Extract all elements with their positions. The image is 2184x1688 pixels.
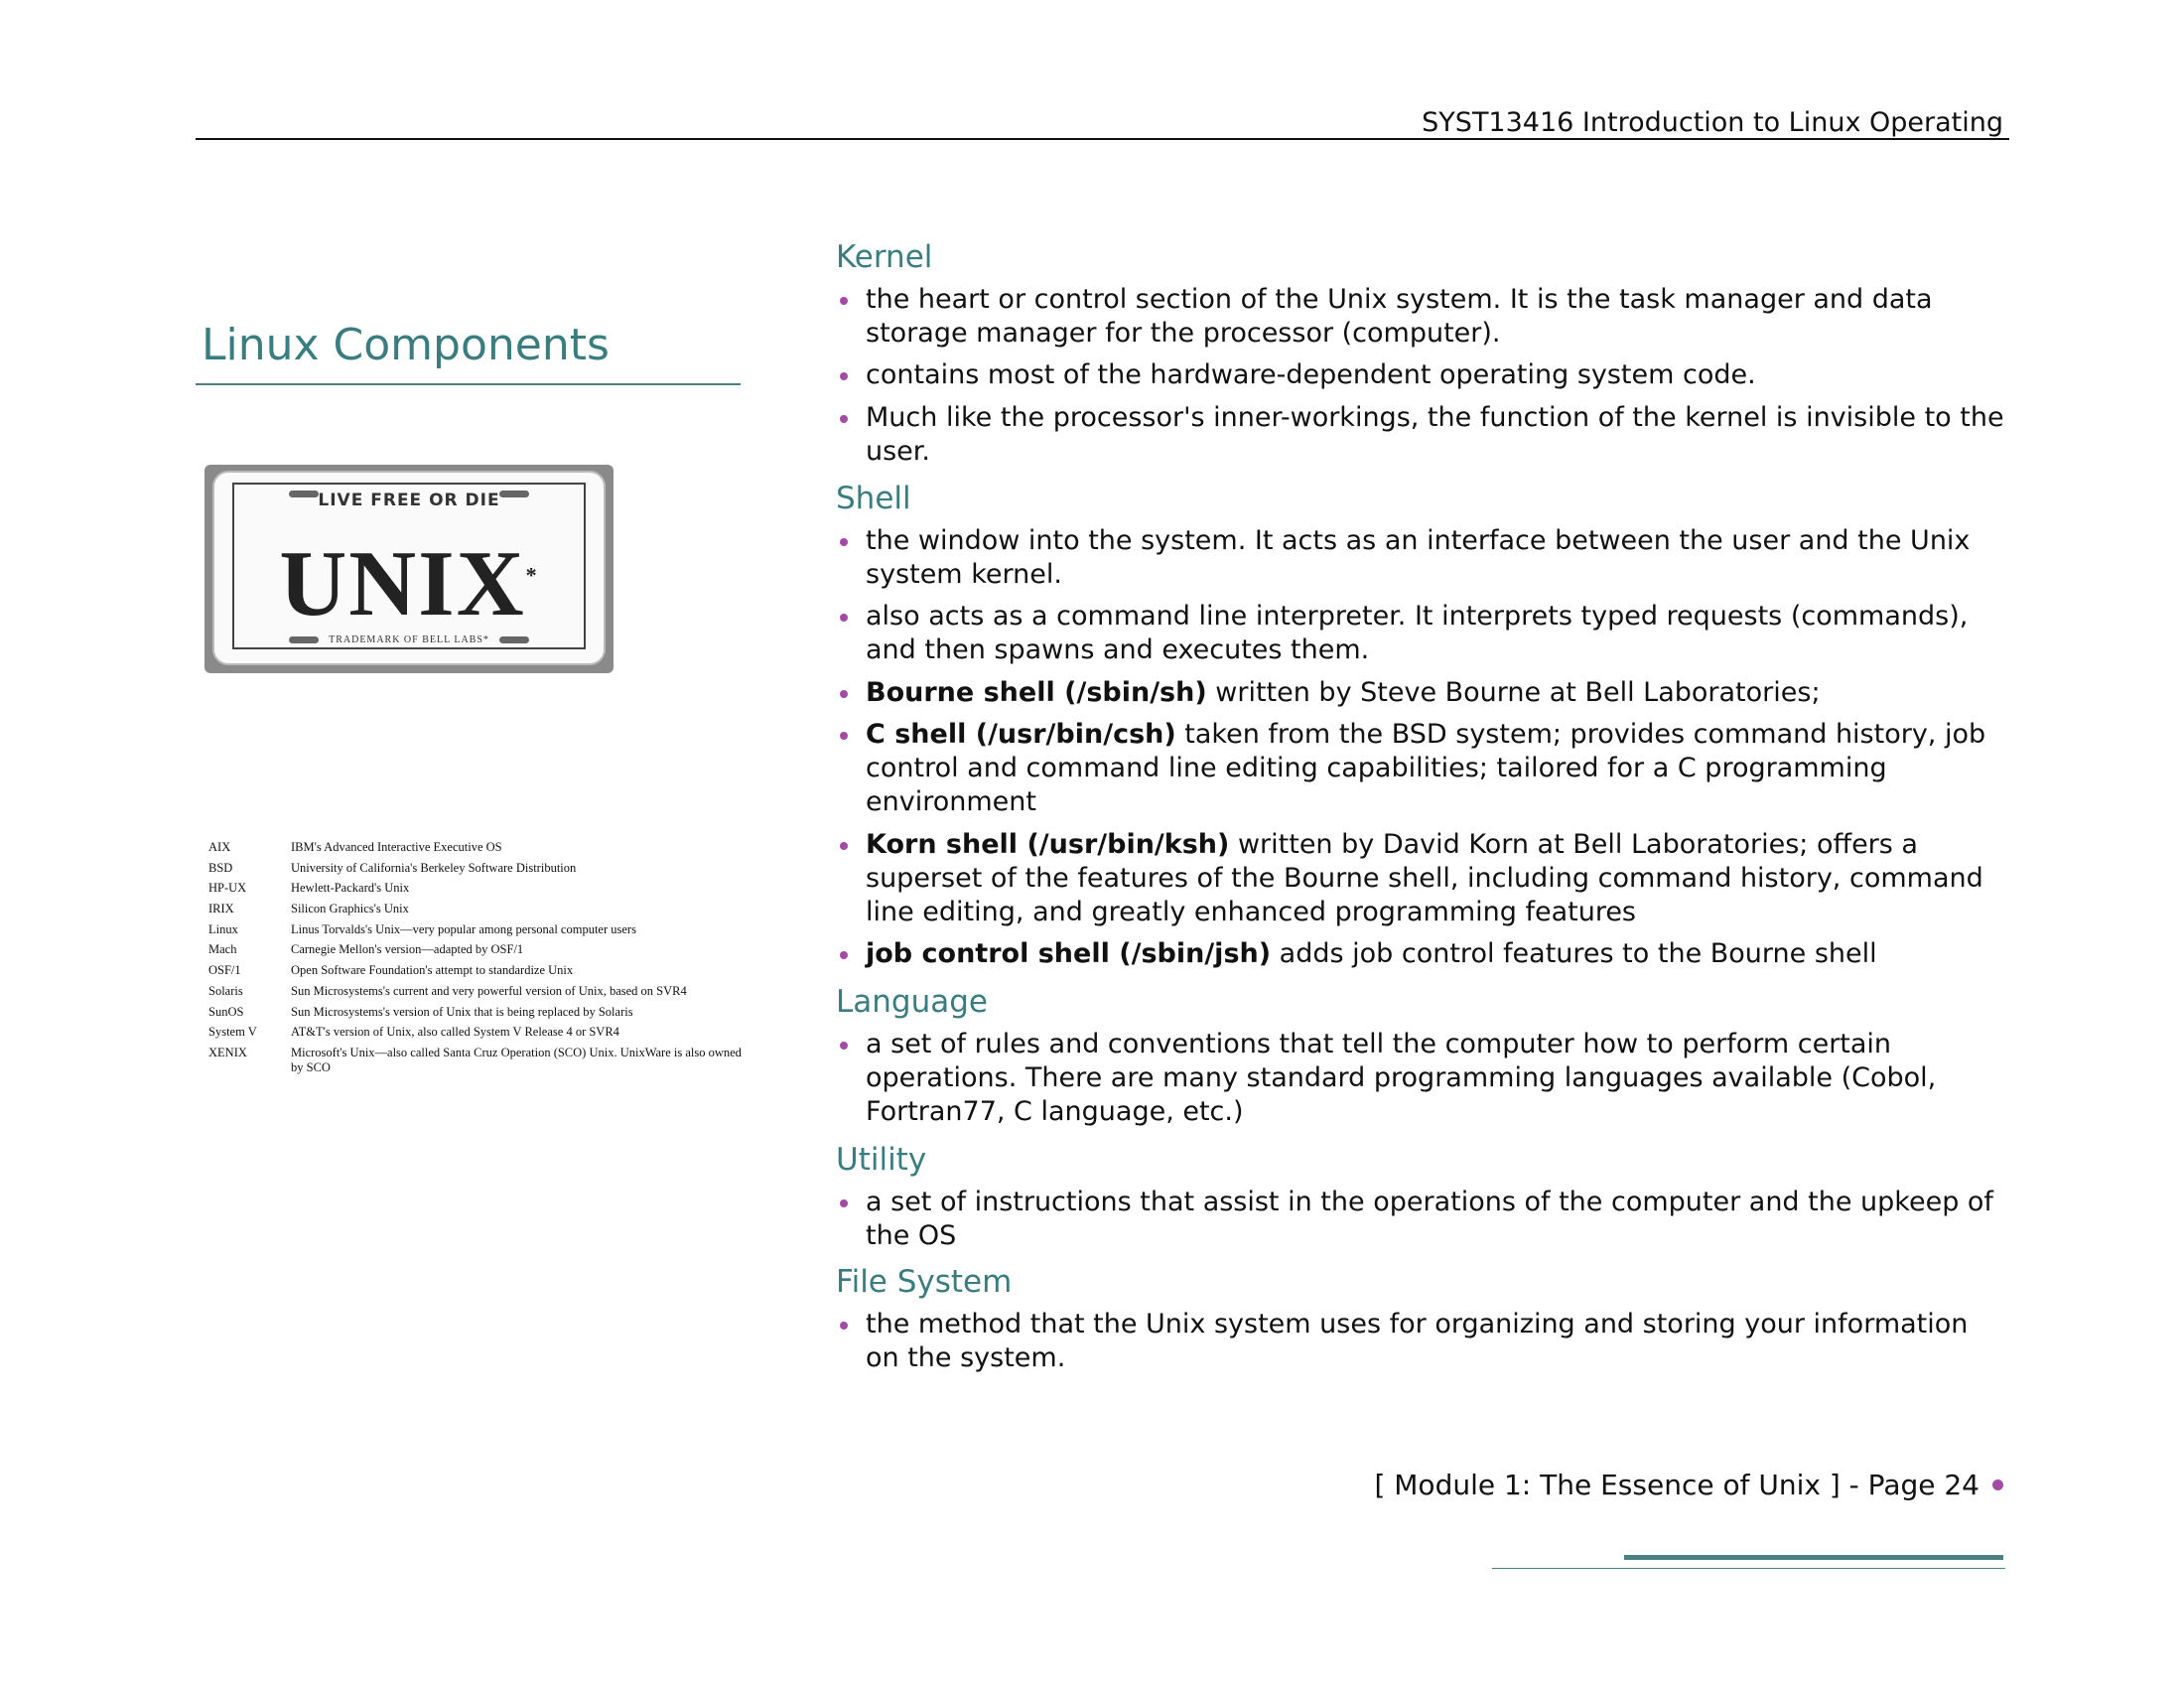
unix-variants-table: AIX IBM's Advanced Interactive Executive …: [208, 840, 745, 1081]
section-heading: File System: [836, 1264, 1013, 1300]
bullet-icon: [840, 372, 848, 380]
variant-description: University of California's Berkeley Soft…: [291, 860, 577, 875]
variant-description: Linus Torvalds's Unix—very popular among…: [291, 921, 636, 936]
bullet-item: the method that the Unix system uses for…: [836, 1308, 2007, 1375]
bullet-item: the heart or control section of the Unix…: [836, 283, 2007, 351]
variant-row: Linux Linus Torvalds's Unix—very popular …: [208, 922, 745, 937]
bullet-icon: [840, 1198, 848, 1207]
bullet-text: adds job control features to the Bourne …: [1271, 938, 1877, 969]
bullet-icon: [840, 1321, 848, 1330]
bullet-item: C shell (/usr/bin/csh) taken from the BS…: [836, 718, 2007, 819]
bullet-item: the window into the system. It acts as a…: [836, 524, 2007, 592]
plate-top-text: LIVE FREE OR DIE: [318, 491, 500, 510]
bullet-icon: [840, 414, 848, 423]
bullet-bold-term: Bourne shell (/sbin/sh): [866, 676, 1207, 708]
plate-bottom-text: TRADEMARK OF BELL LABS*: [329, 634, 489, 645]
bullet-item: job control shell (/sbin/jsh) adds job c…: [836, 937, 2007, 971]
bullet-text: Much like the processor's inner-workings…: [866, 401, 2004, 467]
unix-license-plate-image: LIVE FREE OR DIE UNIX* TRADEMARK OF BELL…: [205, 465, 614, 673]
variant-name: BSD: [208, 860, 233, 875]
variant-row: SunOS Sun Microsystems's version of Unix …: [208, 1005, 745, 1020]
variant-description: Silicon Graphics's Unix: [291, 902, 409, 916]
variant-description: Sun Microsystems's version of Unix that …: [291, 1004, 633, 1019]
section-language: Language a set of rules and conventions t…: [836, 985, 2007, 1129]
variant-row: OSF/1 Open Software Foundation's attempt …: [208, 963, 745, 978]
section-kernel: Kernel the heart or control section of th…: [836, 240, 2007, 469]
variant-row: HP-UX Hewlett-Packard's Unix: [208, 881, 745, 896]
variant-name: System V: [208, 1025, 257, 1040]
bullet-icon: [840, 296, 848, 305]
variant-description: AT&T's version of Unix, also called Syst…: [291, 1025, 619, 1040]
footer-page-label: [ Module 1: The Essence of Unix ] - Page…: [1374, 1469, 1979, 1501]
variant-description: Sun Microsystems's current and very powe…: [291, 983, 687, 998]
variant-name: Mach: [208, 942, 237, 957]
footer-rule-thick: [1624, 1555, 2003, 1560]
section-heading: Shell: [836, 481, 911, 516]
bullet-bold-term: job control shell (/sbin/jsh): [866, 938, 1272, 969]
bullet-icon: [840, 732, 848, 740]
page-title: Linux Components: [202, 320, 610, 370]
section-heading: Utility: [836, 1142, 927, 1178]
footer-bullet-icon: [1992, 1479, 2003, 1490]
bullet-item: a set of rules and conventions that tell…: [836, 1028, 2007, 1129]
variant-name: OSF/1: [208, 963, 241, 978]
bullet-item: Much like the processor's inner-workings…: [836, 401, 2007, 469]
bullet-item: Korn shell (/usr/bin/ksh) written by Dav…: [836, 828, 2007, 929]
section-shell: Shell the window into the system. It acts…: [836, 482, 2007, 971]
variant-description: Microsoft's Unix—also called Santa Cruz …: [291, 1045, 742, 1074]
section-utility: Utility a set of instructions that assist…: [836, 1143, 2007, 1253]
bullet-bold-term: C shell (/usr/bin/csh): [866, 719, 1176, 750]
title-underline: [196, 383, 741, 385]
variant-name: AIX: [208, 840, 231, 854]
variant-description: Hewlett-Packard's Unix: [291, 881, 410, 896]
variant-row: AIX IBM's Advanced Interactive Executive …: [208, 840, 745, 855]
bullet-text: the window into the system. It acts as a…: [866, 524, 1971, 590]
section-heading: Language: [836, 984, 988, 1020]
variant-name: HP-UX: [208, 881, 247, 896]
variant-row: System V AT&T's version of Unix, also cal…: [208, 1025, 745, 1040]
bullet-text: written by Steve Bourne at Bell Laborato…: [1206, 676, 1821, 708]
section-heading: Kernel: [836, 239, 933, 275]
bullet-icon: [840, 689, 848, 698]
bullet-text: a set of rules and conventions that tell…: [866, 1028, 1937, 1127]
section-file-system: File System the method that the Unix syst…: [836, 1265, 2007, 1375]
variant-row: IRIX Silicon Graphics's Unix: [208, 902, 745, 916]
header-course-title: SYST13416 Introduction to Linux Operatin…: [1422, 107, 2003, 138]
variant-name: IRIX: [208, 902, 234, 916]
bullet-icon: [840, 841, 848, 850]
bullet-icon: [840, 537, 848, 546]
variant-name: XENIX: [208, 1045, 247, 1059]
bullet-item: a set of instructions that assist in the…: [836, 1186, 2007, 1253]
bullet-icon: [840, 1041, 848, 1050]
variant-name: SunOS: [208, 1004, 244, 1019]
bullet-text: also acts as a command line interpreter.…: [866, 601, 1969, 665]
footer-rule-thin: [1492, 1568, 2005, 1569]
variant-description: Carnegie Mellon's version—adapted by OSF…: [291, 942, 524, 957]
variant-name: Linux: [208, 921, 238, 936]
bullet-text: the method that the Unix system uses for…: [866, 1308, 1969, 1373]
variant-name: Solaris: [208, 983, 243, 998]
variant-row: Solaris Sun Microsystems's current and ve…: [208, 984, 745, 999]
bullet-item: contains most of the hardware-dependent …: [836, 358, 2007, 392]
variant-row: XENIX Microsoft's Unix—also called Santa …: [208, 1046, 745, 1075]
plate-main-text: UNIX*: [279, 532, 539, 635]
header-rule: [196, 138, 2009, 140]
bullet-icon: [840, 951, 848, 959]
variant-row: Mach Carnegie Mellon's version—adapted by…: [208, 942, 745, 957]
variant-description: Open Software Foundation's attempt to st…: [291, 963, 574, 978]
bullet-text: a set of instructions that assist in the…: [866, 1186, 1993, 1251]
variant-description: IBM's Advanced Interactive Executive OS: [291, 840, 502, 854]
bullet-text: contains most of the hardware-dependent …: [866, 359, 1756, 390]
bullet-item: also acts as a command line interpreter.…: [836, 600, 2007, 667]
bullet-item: Bourne shell (/sbin/sh) written by Steve…: [836, 676, 2007, 710]
variant-row: BSD University of California's Berkeley S…: [208, 861, 745, 876]
bullet-text: the heart or control section of the Unix…: [866, 283, 1933, 349]
bullet-icon: [840, 614, 848, 622]
bullet-bold-term: Korn shell (/usr/bin/ksh): [866, 828, 1230, 860]
